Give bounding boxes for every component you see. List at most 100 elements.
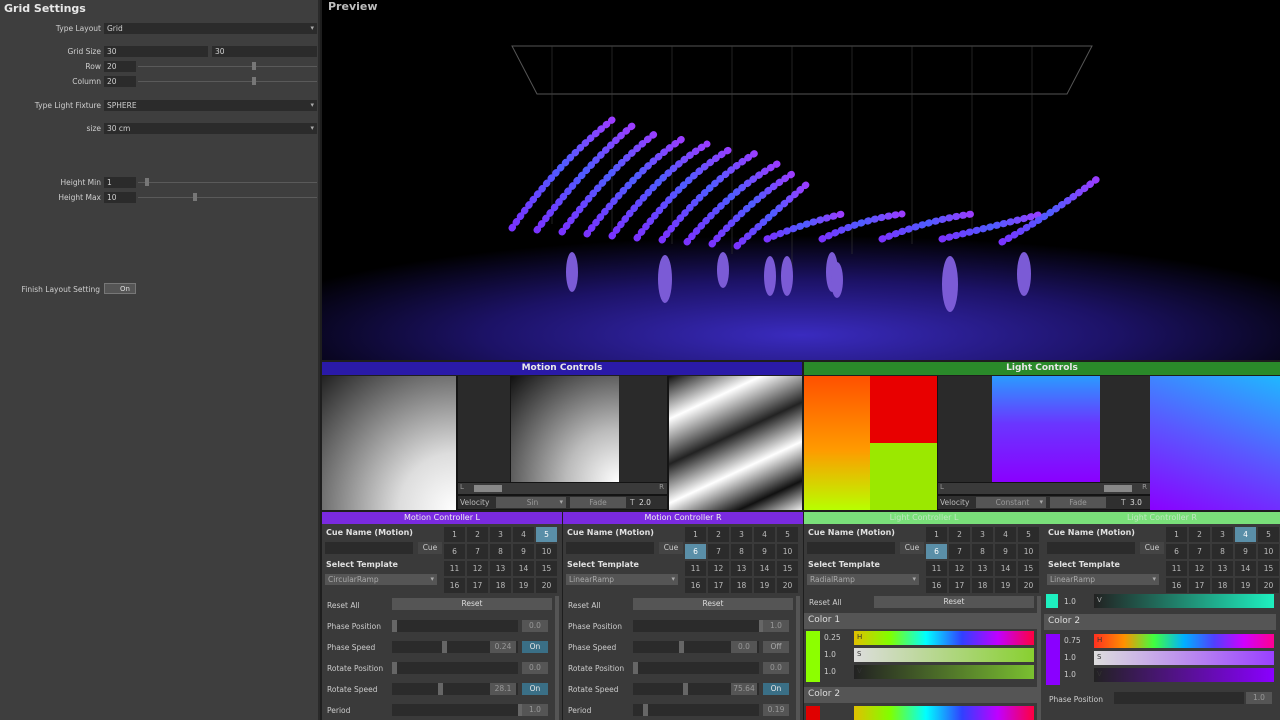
light-t-value[interactable]: 3.0 <box>1130 498 1142 507</box>
ctrl_mR-cue-9[interactable]: 9 <box>754 544 775 559</box>
ctrl_lL-cue-7[interactable]: 7 <box>949 544 970 559</box>
light-fade-button[interactable]: Fade <box>1050 497 1106 508</box>
ctrl_mR-cue-10[interactable]: 10 <box>777 544 798 559</box>
ctrl_mL-cue-3[interactable]: 3 <box>490 527 511 542</box>
ctrl_lL-cue-15[interactable]: 15 <box>1018 561 1039 576</box>
ctrl_lR-cue-15[interactable]: 15 <box>1258 561 1279 576</box>
ctrl_lR-s-slider[interactable]: S <box>1094 651 1274 665</box>
height-min-slider-track[interactable] <box>138 182 317 183</box>
ctrl_mR-row-slider-4[interactable] <box>633 704 759 716</box>
ctrl_mR-cue-4[interactable]: 4 <box>754 527 775 542</box>
ctrl_mL-template-dropdown[interactable]: CircularRamp <box>325 574 437 585</box>
ctrl_lL-reset-button[interactable]: Reset <box>874 596 1034 608</box>
ctrl_mR-cue-18[interactable]: 18 <box>731 578 752 593</box>
ctrl_mL-cue-9[interactable]: 9 <box>513 544 534 559</box>
ctrl_lR-cue-4[interactable]: 4 <box>1235 527 1256 542</box>
size-dropdown[interactable]: 30 cm <box>104 123 317 134</box>
ctrl_mL-cue-17[interactable]: 17 <box>467 578 488 593</box>
ctrl_mL-cue-14[interactable]: 14 <box>513 561 534 576</box>
ctrl_mL-row-value-3[interactable]: 28.1 <box>490 683 516 695</box>
ctrl_lR-cue-18[interactable]: 18 <box>1212 578 1233 593</box>
ctrl_mR-row-value-4[interactable]: 0.19 <box>763 704 789 716</box>
column-slider-thumb[interactable] <box>252 77 256 85</box>
motion-fade-button[interactable]: Fade <box>570 497 626 508</box>
ctrl_mL-row-thumb-0[interactable] <box>392 620 397 632</box>
ctrl_mR-row-slider-0[interactable] <box>633 620 759 632</box>
ctrl_mL-cue-19[interactable]: 19 <box>513 578 534 593</box>
ctrl_mR-cue-5[interactable]: 5 <box>777 527 798 542</box>
ctrl_lR-cue-12[interactable]: 12 <box>1189 561 1210 576</box>
ctrl_lL-cue-1[interactable]: 1 <box>926 527 947 542</box>
motion-scrollbar[interactable]: L R <box>458 483 667 494</box>
ctrl_mR-cue-button[interactable]: Cue <box>659 542 683 554</box>
ctrl_mR-row-thumb-4[interactable] <box>643 704 648 716</box>
ctrl_mR-cue-2[interactable]: 2 <box>708 527 729 542</box>
ctrl_lL-cue-3[interactable]: 3 <box>972 527 993 542</box>
height-min-field[interactable]: 1 <box>104 177 136 188</box>
motion-t-value[interactable]: 2.0 <box>639 498 651 507</box>
ctrl_mL-cue-name-input[interactable] <box>325 542 413 554</box>
ctrl_mR-cue-6[interactable]: 6 <box>685 544 706 559</box>
ctrl_lR-cue-14[interactable]: 14 <box>1235 561 1256 576</box>
ctrl_lL-v-slider[interactable]: V <box>854 665 1034 679</box>
ctrl_mL-row-value-1[interactable]: 0.24 <box>490 641 516 653</box>
ctrl_lR-cue-button[interactable]: Cue <box>1140 542 1164 554</box>
ctrl_mR-cue-16[interactable]: 16 <box>685 578 706 593</box>
grid-size-x-field[interactable]: 30 <box>104 46 208 57</box>
ctrl_mL-cue-button[interactable]: Cue <box>418 542 442 554</box>
height-min-slider-thumb[interactable] <box>145 178 149 186</box>
ctrl_mR-row-toggle-3[interactable]: On <box>763 683 789 695</box>
ctrl_lR-h-slider[interactable]: H <box>1094 634 1274 648</box>
ctrl_lL-s-slider[interactable]: S <box>854 648 1034 662</box>
ctrl_mL-row-toggle-3[interactable]: On <box>522 683 548 695</box>
ctrl_mL-cue-6[interactable]: 6 <box>444 544 465 559</box>
ctrl_mL-row-thumb-2[interactable] <box>392 662 397 674</box>
ctrl_mR-cue-name-input[interactable] <box>566 542 654 554</box>
column-slider-track[interactable] <box>138 81 317 82</box>
finish-layout-toggle[interactable]: On <box>104 283 136 294</box>
ctrl_lL-scrollbar[interactable] <box>1037 596 1041 720</box>
ctrl_lL-cue-name-input[interactable] <box>807 542 895 554</box>
ctrl_lL-cue-6[interactable]: 6 <box>926 544 947 559</box>
light-scrollbar[interactable]: L R <box>938 483 1150 494</box>
ctrl_mL-row-thumb-3[interactable] <box>438 683 443 695</box>
ctrl_mL-scrollbar[interactable] <box>555 596 559 720</box>
ctrl_mL-row-thumb-1[interactable] <box>442 641 447 653</box>
ctrl_mL-cue-8[interactable]: 8 <box>490 544 511 559</box>
ctrl_mR-cue-13[interactable]: 13 <box>731 561 752 576</box>
ctrl_mL-row-slider-0[interactable] <box>392 620 518 632</box>
ctrl_lR-phase-slider[interactable] <box>1114 692 1244 704</box>
ctrl_lR-cue-5[interactable]: 5 <box>1258 527 1279 542</box>
ctrl_lR-cue-1[interactable]: 1 <box>1166 527 1187 542</box>
ctrl_mR-row-thumb-3[interactable] <box>683 683 688 695</box>
ctrl_mR-cue-20[interactable]: 20 <box>777 578 798 593</box>
ctrl_lL-h-slider[interactable]: H <box>854 631 1034 645</box>
ctrl_lL-cue-10[interactable]: 10 <box>1018 544 1039 559</box>
ctrl_lR-phase-value[interactable]: 1.0 <box>1246 692 1272 704</box>
ctrl_lR-cue-3[interactable]: 3 <box>1212 527 1233 542</box>
ctrl_lR-v-slider[interactable]: V <box>1094 668 1274 682</box>
ctrl_mL-cue-1[interactable]: 1 <box>444 527 465 542</box>
ctrl_mR-row-thumb-2[interactable] <box>633 662 638 674</box>
ctrl_lR-cue-7[interactable]: 7 <box>1189 544 1210 559</box>
ctrl_mR-scrollbar[interactable] <box>796 596 800 720</box>
ctrl_mL-row-slider-2[interactable] <box>392 662 518 674</box>
ctrl_mR-cue-17[interactable]: 17 <box>708 578 729 593</box>
ctrl_lL-cue-2[interactable]: 2 <box>949 527 970 542</box>
ctrl_mL-row-value-2[interactable]: 0.0 <box>522 662 548 674</box>
ctrl_lR-cue-6[interactable]: 6 <box>1166 544 1187 559</box>
ctrl_mR-cue-14[interactable]: 14 <box>754 561 775 576</box>
ctrl_mR-reset-button[interactable]: Reset <box>633 598 793 610</box>
row-slider-track[interactable] <box>138 66 317 67</box>
column-field[interactable]: 20 <box>104 76 136 87</box>
ctrl_mR-row-thumb-1[interactable] <box>679 641 684 653</box>
light-fixture-dropdown[interactable]: SPHERE <box>104 100 317 111</box>
ctrl_mL-cue-2[interactable]: 2 <box>467 527 488 542</box>
preview-viewport[interactable]: Preview <box>322 0 1280 360</box>
ctrl_lR-h-value[interactable]: 0.75 <box>1064 636 1081 645</box>
ctrl_lL-cue-16[interactable]: 16 <box>926 578 947 593</box>
ctrl_mR-cue-19[interactable]: 19 <box>754 578 775 593</box>
ctrl_mL-cue-18[interactable]: 18 <box>490 578 511 593</box>
ctrl_mL-cue-4[interactable]: 4 <box>513 527 534 542</box>
ctrl_lR-cue-10[interactable]: 10 <box>1258 544 1279 559</box>
